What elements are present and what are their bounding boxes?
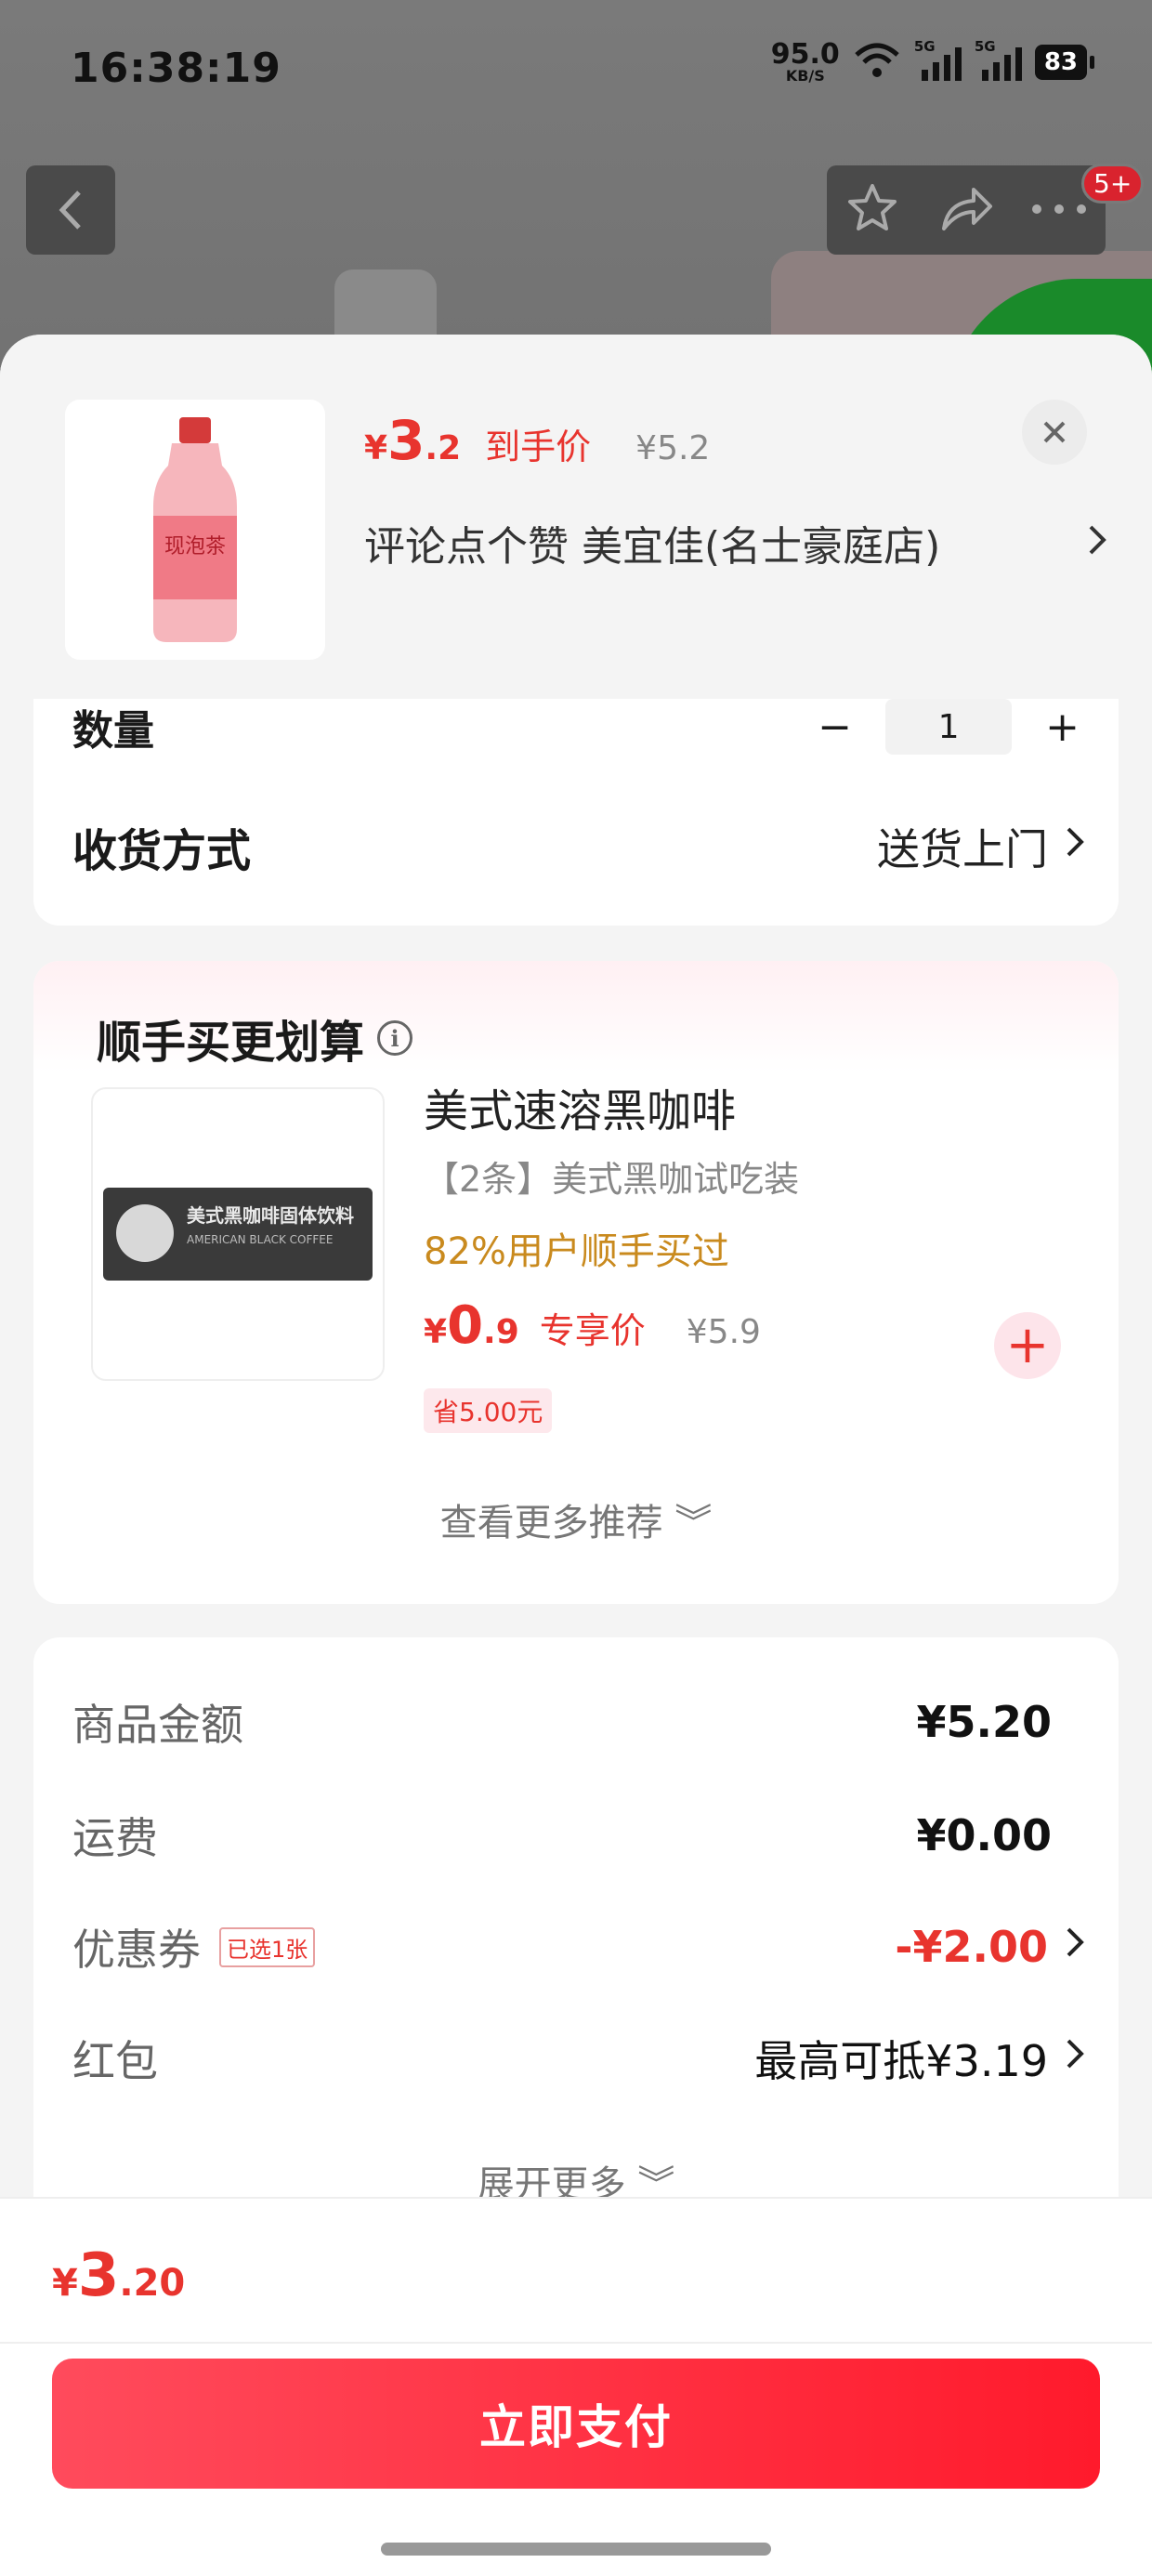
chevron-right-icon [1065,2037,1085,2080]
info-icon[interactable]: i [377,1020,413,1056]
coupon-value-group: -¥2.00 [895,1922,1085,1972]
red-packet-value-group: 最高可抵¥3.19 [754,2028,1085,2089]
net-speed: 95.0 KB/S [771,41,840,84]
star-icon[interactable] [844,180,900,240]
recommend-item-name[interactable]: 美式速溶黑咖啡 [424,1074,736,1139]
net-speed-value: 95.0 [770,38,840,71]
nav-actions [827,165,1106,255]
chevron-right-icon [1065,1925,1085,1968]
signal-icon-2: 5G [975,38,1022,81]
wifi-icon [853,42,901,83]
background-page: 16:38:19 95.0 KB/S 5G 5G 83 5+ [0,0,1152,446]
coupon-label: 优惠券 [72,1925,201,1975]
recommend-item-desc: 【2条】美式黑咖试吃装 [424,1159,800,1200]
sim1-label: 5G [913,38,936,55]
status-time: 16:38:19 [71,45,281,92]
shipping-value: 送货上门 [877,824,1048,874]
more-recommendations-link[interactable]: 查看更多推荐 ︾ [33,1492,1119,1546]
save-badge: 省5.00元 [424,1388,553,1433]
coupon-selected-badge: 已选1张 [219,1926,316,1967]
coupon-value: -¥2.00 [895,1922,1048,1972]
coffee-pack-text: 美式黑咖啡固体饮料 [187,1204,354,1227]
sim2-label: 5G [974,38,996,55]
net-speed-unit: KB/S [785,67,825,85]
share-icon[interactable] [936,182,994,238]
rec-price-tag: 专享价 [539,1310,646,1351]
svg-text:现泡茶: 现泡茶 [164,535,226,559]
red-packet-row[interactable]: 红包 最高可抵¥3.19 [72,2028,1085,2089]
total-symbol: ¥ [52,2262,78,2305]
quantity-plus-button[interactable]: + [1045,703,1080,751]
chevron-right-icon [1087,519,1107,567]
rec-original-price: ¥5.9 [686,1313,761,1351]
red-packet-value: 最高可抵¥3.19 [754,2036,1048,2086]
shipping-row[interactable]: 收货方式 送货上门 [72,814,1085,879]
price-integer: 3 [387,409,425,472]
quantity-minus-button[interactable]: − [818,703,852,751]
signal-icon: 5G [914,38,962,81]
back-button[interactable] [26,165,115,255]
product-price-row: ¥ 3 .2 到手价 ¥5.2 [364,409,710,472]
rec-price-symbol: ¥ [424,1313,448,1351]
store-name: 评论点个赞 美宜佳(名士豪庭店) [364,523,941,571]
coffee-pack-subtext: AMERICAN BLACK COFFEE [187,1233,334,1246]
status-icons: 95.0 KB/S 5G 5G 83 [771,38,1095,84]
recommend-card: 顺手买更划算 i 美式黑咖啡固体饮料 AMERICAN BLACK COFFEE… [33,961,1119,1604]
product-thumbnail: 现泡茶 [65,400,325,660]
message-badge: 5+ [1081,164,1145,204]
freight-value: ¥0.00 [916,1810,1052,1860]
sheet-header: 现泡茶 ¥ 3 .2 到手价 ¥5.2 评论点个赞 美宜佳(名士豪庭店) [0,335,1152,699]
status-bar: 16:38:19 95.0 KB/S 5G 5G 83 [0,0,1152,139]
original-price: ¥5.2 [635,429,711,467]
total-decimal: .20 [119,2262,186,2305]
goods-amount-label: 商品金额 [72,1700,243,1750]
more-icon[interactable] [1030,202,1088,219]
recommend-bought-text: 82%用户顺手买过 [424,1230,729,1273]
bottom-bar: ¥ 3 .20 立即支付 [0,2197,1152,2576]
pay-now-button[interactable]: 立即支付 [52,2359,1100,2489]
battery-icon: 83 [1034,45,1095,80]
recommend-title: 顺手买更划算 i [97,1005,413,1071]
close-icon [1043,421,1066,443]
goods-amount-row: 商品金额 ¥5.20 [72,1691,1085,1753]
coffee-pack-image: 美式黑咖啡固体饮料 AMERICAN BLACK COFFEE [103,1188,373,1281]
close-button[interactable] [1022,400,1087,465]
goods-amount-value: ¥5.20 [916,1697,1052,1747]
red-packet-label: 红包 [72,2036,158,2086]
price-tag: 到手价 [485,427,592,467]
freight-row: 运费 ¥0.00 [72,1805,1085,1866]
recommend-title-text: 顺手买更划算 [97,1017,365,1069]
rec-price-integer: 0 [447,1295,484,1356]
price-decimal: .2 [425,429,462,467]
quantity-value[interactable]: 1 [885,699,1013,755]
quantity-stepper: − 1 + [818,697,1080,756]
quantity-label: 数量 [72,707,154,755]
coupon-label-group: 优惠券 已选1张 [72,1916,316,1978]
price-symbol: ¥ [364,429,388,467]
total-price: ¥ 3 .20 [52,2241,185,2310]
coupon-row[interactable]: 优惠券 已选1张 -¥2.00 [72,1916,1085,1978]
add-to-order-button[interactable]: + [994,1312,1061,1379]
divider [0,2342,1152,2344]
recommend-thumbnail[interactable]: 美式黑咖啡固体饮料 AMERICAN BLACK COFFEE [91,1087,385,1381]
rec-price-decimal: .9 [483,1313,519,1351]
chevron-right-icon [1065,825,1085,868]
tea-bottle-image: 现泡茶 [153,417,237,642]
home-indicator[interactable] [381,2543,771,2556]
freight-label: 运费 [72,1813,158,1863]
total-integer: 3 [77,2241,120,2310]
chevron-left-icon [59,191,81,230]
shipping-label: 收货方式 [72,825,252,877]
quantity-row: 数量 − 1 + [72,697,1080,756]
store-row[interactable]: 评论点个赞 美宜佳(名士豪庭店) [364,513,1107,572]
recommend-price-row: ¥ 0 .9 专享价 ¥5.9 [424,1295,761,1356]
